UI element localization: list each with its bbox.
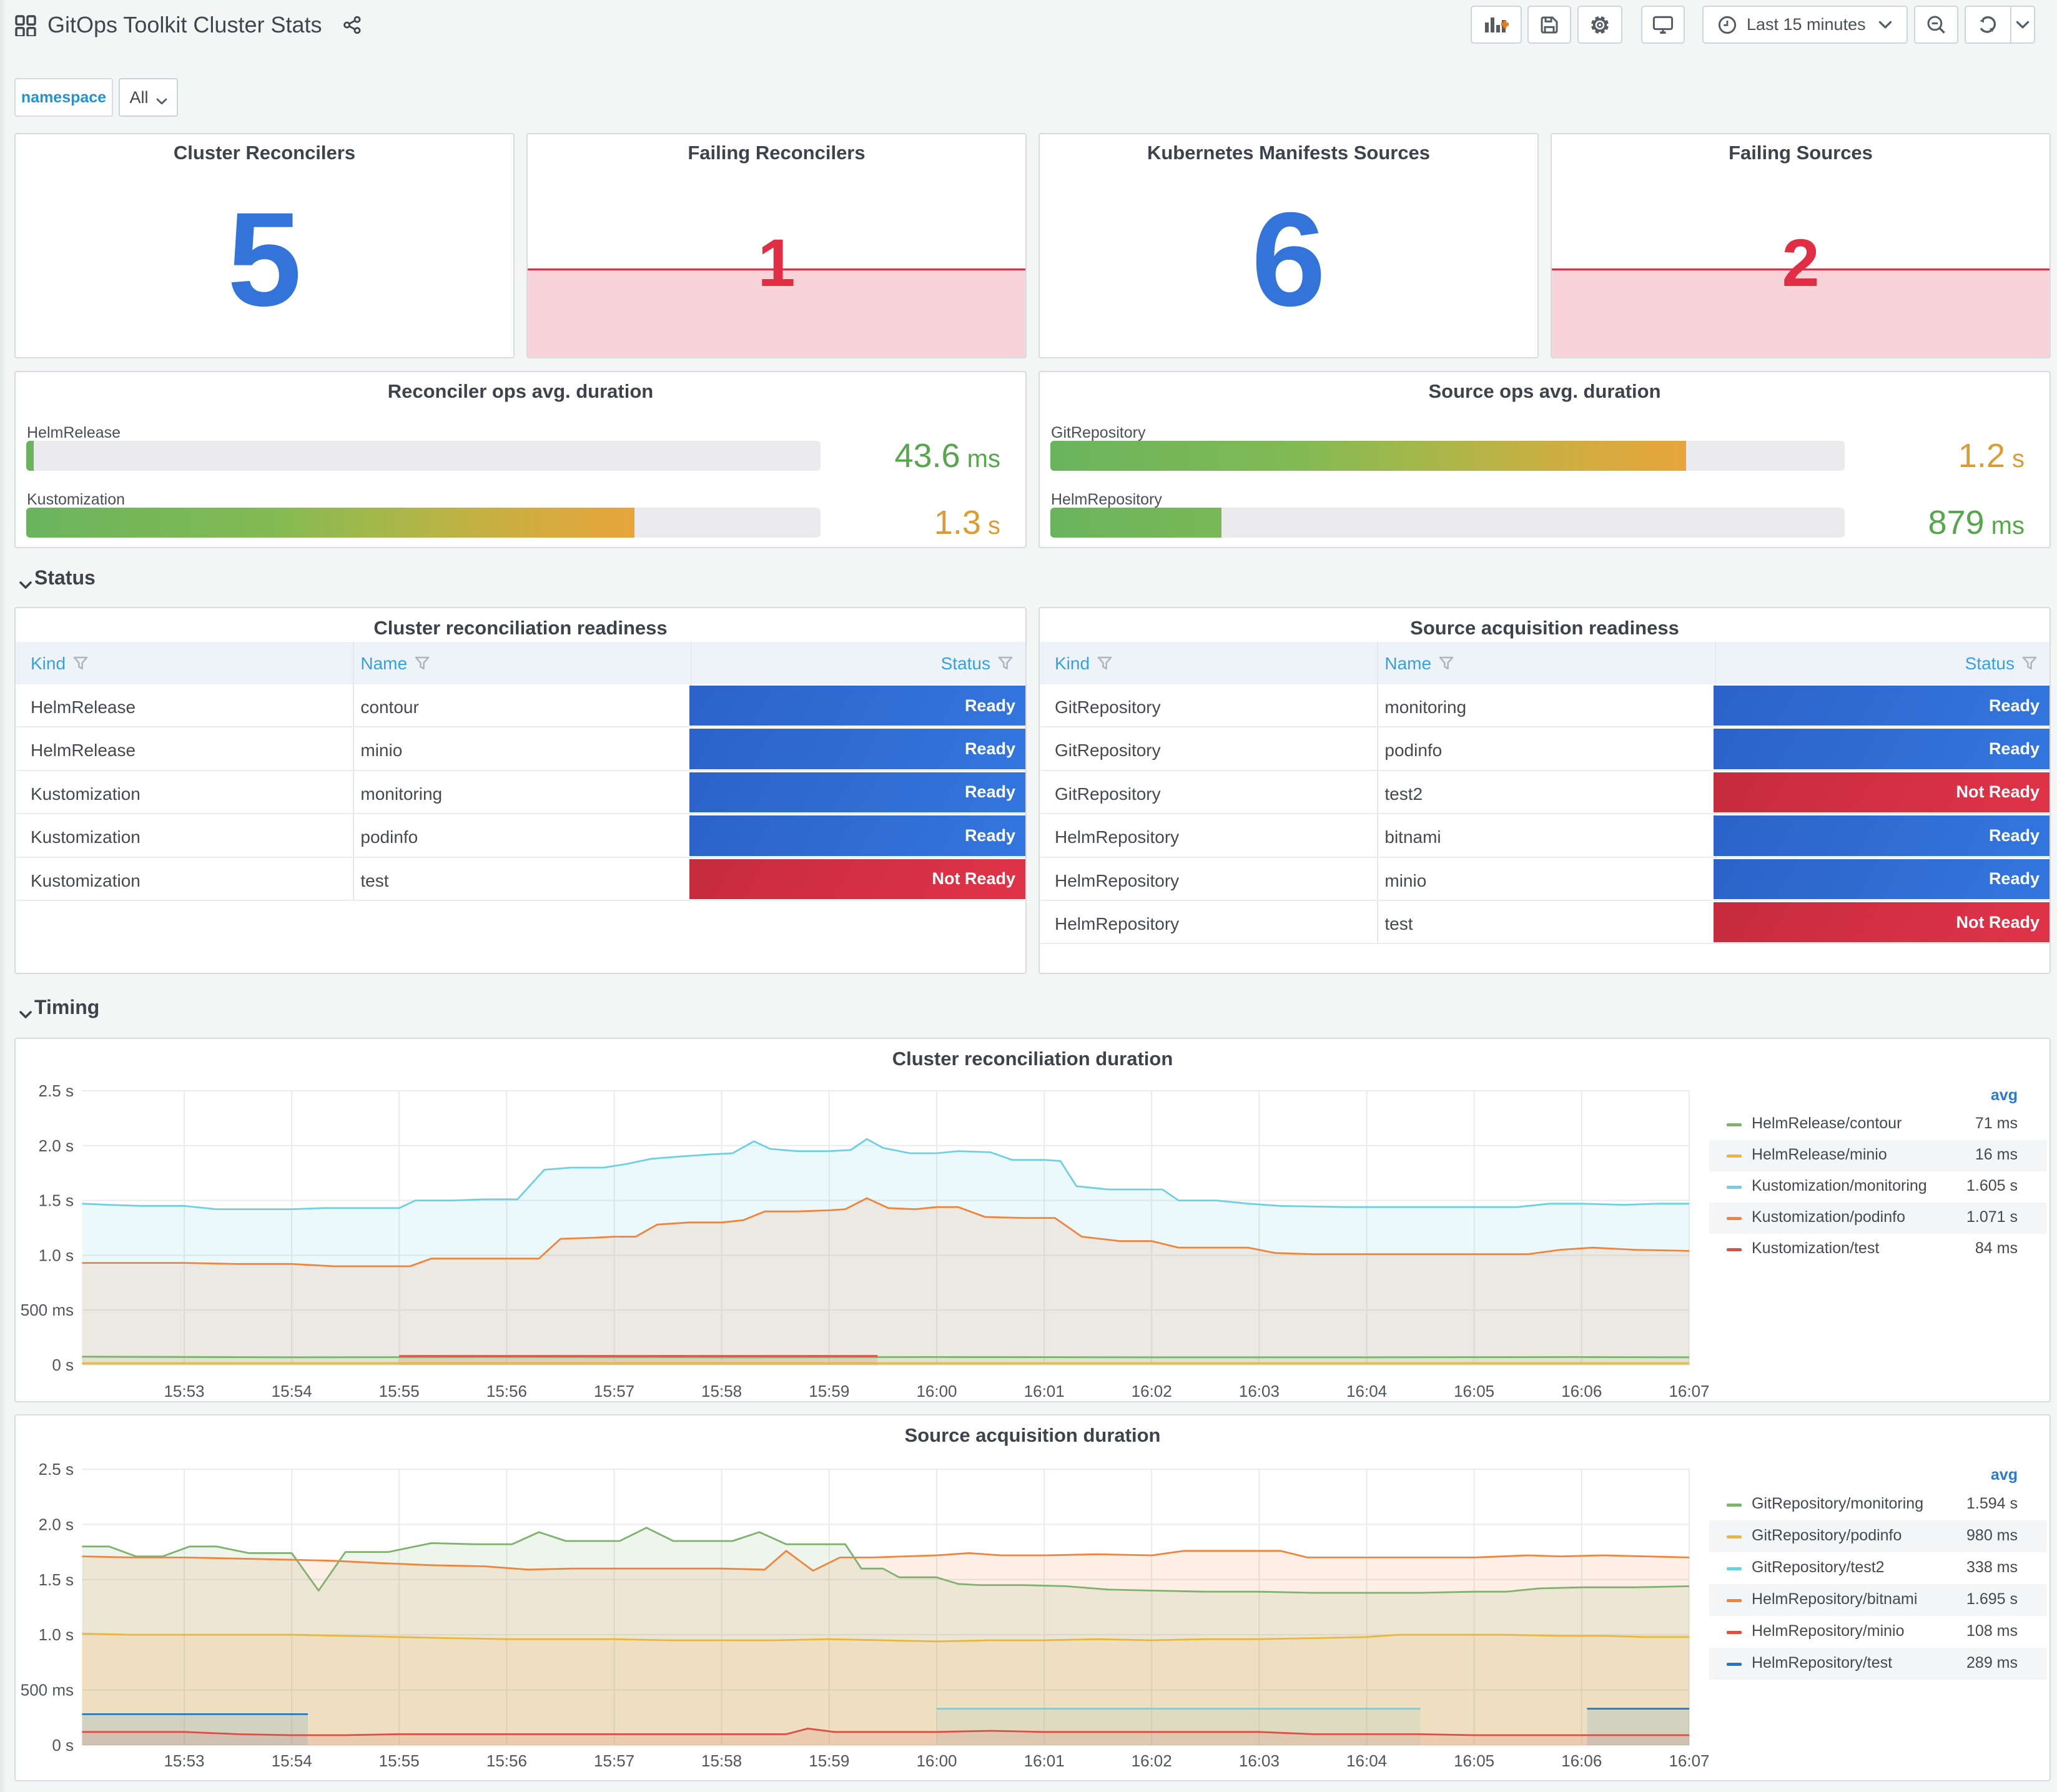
svg-text:2.0 s: 2.0 s	[39, 1136, 74, 1155]
svg-text:2.0 s: 2.0 s	[39, 1515, 74, 1534]
svg-text:15:53: 15:53	[164, 1751, 204, 1770]
svg-text:15:58: 15:58	[701, 1382, 742, 1401]
svg-text:16:03: 16:03	[1239, 1751, 1280, 1770]
svg-text:15:57: 15:57	[594, 1751, 634, 1770]
svg-text:16:00: 16:00	[916, 1751, 957, 1770]
svg-text:16:02: 16:02	[1132, 1382, 1172, 1401]
svg-text:15:57: 15:57	[594, 1382, 634, 1401]
svg-text:15:54: 15:54	[272, 1751, 312, 1770]
svg-text:16:03: 16:03	[1239, 1382, 1280, 1401]
svg-text:1.0 s: 1.0 s	[39, 1246, 74, 1264]
svg-text:15:53: 15:53	[164, 1382, 204, 1401]
svg-text:1.0 s: 1.0 s	[39, 1625, 74, 1644]
svg-text:15:58: 15:58	[701, 1751, 742, 1770]
svg-text:500 ms: 500 ms	[21, 1301, 74, 1319]
svg-text:0 s: 0 s	[52, 1736, 74, 1755]
svg-text:2.5 s: 2.5 s	[39, 1081, 74, 1100]
svg-text:16:05: 16:05	[1454, 1382, 1494, 1401]
svg-text:16:00: 16:00	[916, 1382, 957, 1401]
svg-text:16:05: 16:05	[1454, 1751, 1494, 1770]
svg-text:16:04: 16:04	[1346, 1751, 1387, 1770]
svg-text:16:07: 16:07	[1669, 1382, 1709, 1401]
svg-text:1.5 s: 1.5 s	[39, 1570, 74, 1589]
svg-text:16:02: 16:02	[1132, 1751, 1172, 1770]
svg-text:16:01: 16:01	[1024, 1751, 1065, 1770]
svg-text:500 ms: 500 ms	[21, 1681, 74, 1700]
svg-text:0 s: 0 s	[52, 1356, 74, 1374]
svg-text:15:56: 15:56	[486, 1382, 527, 1401]
svg-text:15:55: 15:55	[379, 1751, 420, 1770]
svg-text:15:59: 15:59	[809, 1382, 849, 1401]
svg-text:16:07: 16:07	[1669, 1751, 1709, 1770]
svg-text:2.5 s: 2.5 s	[39, 1460, 74, 1479]
svg-text:1.5 s: 1.5 s	[39, 1191, 74, 1210]
svg-text:16:04: 16:04	[1346, 1382, 1387, 1401]
svg-text:16:01: 16:01	[1024, 1382, 1065, 1401]
svg-text:15:54: 15:54	[272, 1382, 312, 1401]
svg-text:15:59: 15:59	[809, 1751, 849, 1770]
svg-text:15:55: 15:55	[379, 1382, 420, 1401]
svg-text:16:06: 16:06	[1561, 1382, 1602, 1401]
svg-text:16:06: 16:06	[1561, 1751, 1602, 1770]
svg-text:15:56: 15:56	[486, 1751, 527, 1770]
